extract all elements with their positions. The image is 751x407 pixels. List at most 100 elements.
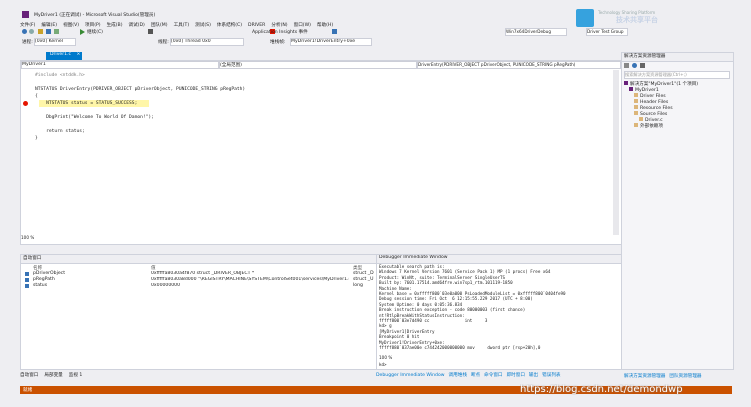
immediate-tab[interactable]: 调用堆栈 (449, 373, 467, 378)
tab-label: Driver1.c (50, 52, 72, 57)
editor-scrollbar[interactable] (613, 70, 619, 235)
device-group-select[interactable]: Driver Test Group (586, 28, 628, 36)
solution-tree: 解决方案"MyDriver1"(1 个项目) MyDriver1 Driver Fi… (624, 81, 730, 129)
breakpoint-icon[interactable] (23, 101, 28, 106)
solution-explorer: 解决方案资源管理器 搜索解决方案资源管理器(Ctrl+;) 解决方案"MyDri… (621, 52, 734, 379)
autos-tabs: 自动窗口 局部变量 监视 1 (20, 372, 375, 378)
tab-close-icon[interactable]: × (77, 52, 81, 57)
save-icon[interactable] (46, 29, 51, 34)
back-icon[interactable] (22, 29, 27, 34)
app-insights-label[interactable]: Application Insights 事件 (252, 29, 322, 35)
pause-icon[interactable] (148, 29, 153, 34)
target-select[interactable]: Win7x64DriverDebug (505, 28, 567, 36)
autos-tab[interactable]: 局部变量 (44, 373, 62, 378)
tree-item-label: 外部依赖项 (640, 124, 663, 129)
debug-location-toolbar: 进程: [0x0] Kernel 线程: [0x0] Thread 0x0 堆栈… (20, 38, 620, 47)
status-text: 就绪 (23, 388, 33, 393)
new-project-icon[interactable] (38, 29, 43, 34)
code-editor[interactable]: MyDriver1 (全局范围) DriverEntry(PDRIVER_OBJ… (20, 60, 622, 245)
continue-button[interactable]: 继续(C) (87, 29, 103, 35)
undo-icon[interactable] (54, 29, 59, 34)
process-select[interactable]: [0x0] Kernel (34, 38, 76, 46)
continue-icon[interactable] (80, 29, 85, 35)
autos-header: 名称 值 类型 (21, 264, 376, 271)
immediate-tab[interactable]: 断点 (471, 373, 480, 378)
solution-tab[interactable]: 解决方案资源管理器 (624, 374, 665, 379)
forward-icon[interactable] (29, 29, 34, 34)
title-bar: MyDriver1 (正在调试) - Microsoft Visual Stud… (20, 9, 732, 27)
stack-frame-select[interactable]: MyDriver1!DriverEntry+0xe (290, 38, 372, 46)
code-line: #include <ntddk.h> (35, 73, 85, 78)
row-type: long (353, 283, 363, 288)
logo-badge (576, 9, 594, 27)
folder-icon (634, 111, 638, 115)
window-controls: Technology Sharing Platform 技术共享平台 (576, 9, 732, 27)
row-type: struct _D (353, 271, 374, 276)
solution-search-input[interactable]: 搜索解决方案资源管理器(Ctrl+;) (624, 71, 730, 79)
row-type: struct _U (353, 277, 374, 282)
row-name: status (33, 283, 48, 288)
editor-tab-strip: Driver1.c × (20, 52, 620, 60)
home-icon[interactable] (624, 63, 629, 68)
immediate-zoom[interactable]: 100 % (379, 355, 392, 360)
tab-driver-c[interactable]: Driver1.c × (46, 52, 82, 60)
scope-project-select[interactable]: MyDriver1 (21, 61, 219, 69)
solution-bottom-tabs: 解决方案资源管理器 团队资源管理器 (624, 373, 730, 379)
thread-select[interactable]: [0x0] Thread 0x0 (170, 38, 244, 46)
folder-icon (634, 93, 638, 97)
code-line: return status; (35, 129, 85, 134)
folder-icon (634, 123, 638, 127)
autos-panel-title: 自动窗口 (21, 255, 376, 264)
immediate-tab[interactable]: 命令窗口 (484, 373, 502, 378)
restart-icon[interactable] (332, 29, 337, 34)
row-name: pRegPath (33, 277, 55, 282)
code-line: NTSTATUS DriverEntry(PDRIVER_OBJECT pDri… (35, 87, 246, 92)
scope-global-select[interactable]: (全局范围) (219, 61, 417, 69)
standard-toolbar: 继续(C) Application Insights 事件 Win7x64Dri… (20, 28, 732, 37)
folder-icon (629, 87, 633, 91)
stack-frame-label: 堆栈帧: (270, 40, 286, 45)
logo-cn: 技术共享平台 (616, 16, 658, 24)
immediate-tabs: Debugger Immediate Window 调用堆栈 断点 命令窗口 即时窗口输… (376, 372, 620, 378)
vs-window: MyDriver1 (正在调试) - Microsoft Visual Stud… (0, 0, 751, 407)
solution-explorer-title: 解决方案资源管理器 (622, 53, 733, 62)
watermark: https://blog.csdn.net/demondwp (520, 384, 683, 395)
immediate-tab[interactable]: 错误列表 (542, 373, 560, 378)
settings-icon[interactable] (640, 63, 645, 68)
code-line: NTSTATUS status = STATUS_SUCCESS; (35, 101, 138, 106)
solution-toolbar (624, 63, 729, 69)
process-label: 进程: (22, 40, 33, 45)
variable-icon (25, 278, 29, 282)
folder-icon (624, 81, 628, 85)
immediate-window[interactable]: Debugger Immediate Window Executable sea… (376, 254, 622, 370)
autos-tab[interactable]: 自动窗口 (20, 373, 38, 378)
immediate-window-title: Debugger Immediate Window (377, 255, 621, 264)
scope-function-select[interactable]: DriverEntry(PDRIVER_OBJECT pDriverObject… (417, 61, 621, 69)
folder-icon (634, 99, 638, 103)
code-line: DbgPrint("Welcome To World Of Damon!"); (35, 115, 154, 120)
code-line: { (35, 94, 38, 99)
code-line: } (35, 136, 38, 141)
folder-icon (634, 105, 638, 109)
editor-zoom[interactable]: 100 % (21, 235, 34, 240)
row-value: 0xfffffa8030a4f870 struct _DRIVER_OBJECT… (151, 271, 255, 276)
row-value: 0xfffffa8030a8d000 "\REGISTRY\MACHINE\SY… (151, 277, 349, 282)
variable-icon (25, 284, 29, 288)
window-title: MyDriver1 (正在调试) - Microsoft Visual Stud… (34, 13, 156, 18)
immediate-tab[interactable]: 输出 (529, 373, 538, 378)
solution-tab[interactable]: 团队资源管理器 (669, 374, 701, 379)
autos-panel: 自动窗口 名称 值 类型 pDriverObject 0xfffffa8030a4… (20, 254, 377, 370)
folder-icon (639, 117, 643, 121)
immediate-tab[interactable]: Debugger Immediate Window (376, 373, 445, 378)
immediate-line: fffff880`037ae00e c744242000000000 mov d… (379, 345, 541, 351)
command-prompt[interactable]: kd> (379, 362, 387, 367)
table-row[interactable]: status 0x00000000 long (21, 283, 376, 289)
autos-tab[interactable]: 监视 1 (69, 373, 83, 378)
refresh-icon[interactable] (632, 63, 637, 68)
tree-item[interactable]: 外部依赖项 (624, 123, 730, 129)
variable-icon (25, 272, 29, 276)
immediate-output: Executable search path is: Windows 7 Kern… (377, 264, 621, 351)
thread-label: 线程: (158, 40, 169, 45)
immediate-tab[interactable]: 即时窗口 (507, 373, 525, 378)
vs-logo-icon (22, 11, 29, 18)
